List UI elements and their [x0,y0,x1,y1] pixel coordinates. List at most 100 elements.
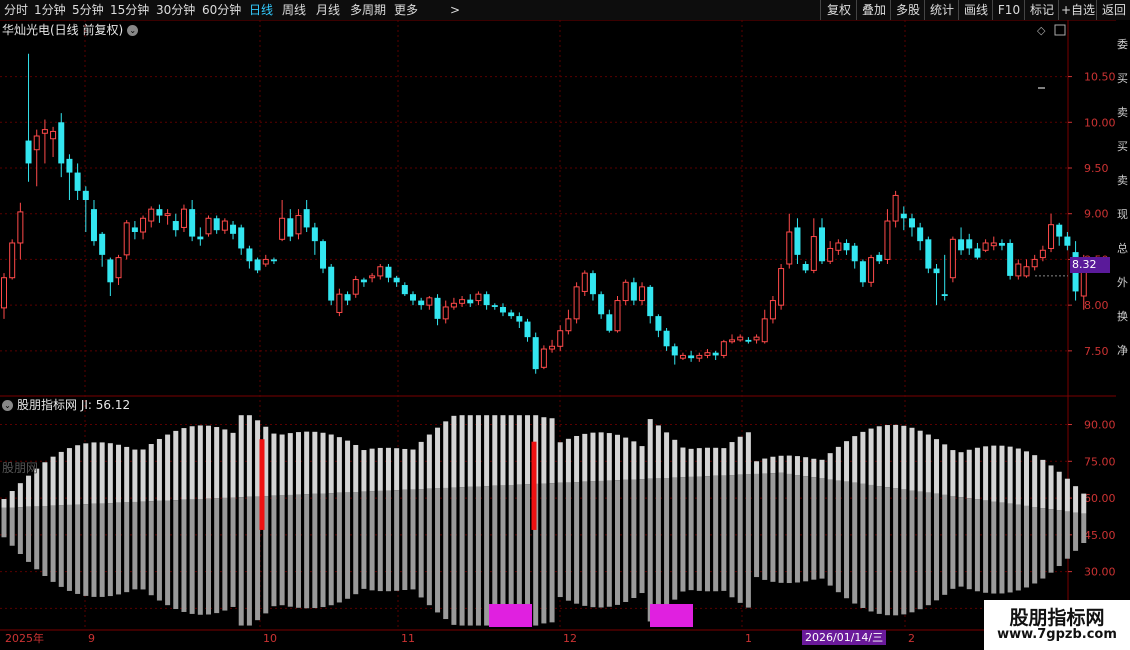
indicator-bar [124,502,130,593]
candle-body [802,264,809,271]
candle-body [778,268,785,306]
candle-body [868,257,875,283]
time-axis-label: 2 [908,632,915,645]
right-strip-char: 卖 [1117,174,1128,187]
indicator-bar-top [1081,493,1087,514]
indicator-bar-top [50,456,56,506]
indicator-bar-top [124,446,130,503]
indicator-magenta-block [489,604,532,627]
indicator-bar-top [737,436,743,475]
indicator-bar [672,477,678,600]
indicator-bar-top [451,415,457,488]
indicator-bar [26,506,32,562]
candle-body [589,273,596,295]
indicator-bar [762,473,768,580]
candle-body [696,354,703,359]
indicator-bar-top [1056,471,1062,511]
indicator-bar [565,482,571,601]
candle-body [82,190,89,200]
indicator-bar-top [132,449,138,502]
indicator-bar [83,504,89,596]
indicator-bar-top [467,415,473,487]
indicator-tick-label: 30.00 [1084,566,1116,579]
indicator-bar-top [197,425,203,500]
indicator-bar-top [140,449,146,502]
indicator-bar-top [1073,486,1079,513]
indicator-bar-top [574,435,580,483]
indicator-bar [230,497,236,607]
candle-body [1007,242,1014,276]
indicator-bar [590,481,596,608]
indicator-bar-top [917,430,923,492]
candle-body [205,217,212,235]
candle-body [189,209,196,237]
indicator-bar-top [525,415,531,485]
indicator-bar [999,502,1005,594]
candle-body [123,222,130,256]
indicator-bar-top [1048,465,1054,510]
indicator-bar-top [1064,478,1070,512]
indicator-bar-top [770,456,776,474]
candle-body [369,275,376,279]
indicator-bar [598,480,604,608]
indicator-bar [623,479,629,602]
indicator-bar [255,496,261,621]
indicator-bar [181,499,187,612]
indicator-bar-top [418,441,424,490]
indicator-bar-top [1007,446,1013,504]
candle-body [859,261,866,283]
indicator-bar-top [42,462,48,507]
indicator-bar [925,492,931,606]
indicator-bar [287,494,293,607]
kline-chart[interactable]: 10.5010.009.509.008.508.007.5090.0075.00… [0,0,1130,650]
candle-body [974,248,981,258]
indicator-bar-top [83,443,89,505]
indicator-bar [443,487,449,620]
candle-body [393,277,400,283]
candle-body [1064,236,1071,246]
candle-body [99,233,106,255]
indicator-bar-top [230,432,236,498]
candle-body [344,294,351,301]
indicator-bar-top [696,448,702,477]
indicator-bar [1056,510,1062,567]
time-axis-label: 12 [563,632,577,645]
indicator-bar [655,478,661,615]
indicator-bar-top [66,448,72,505]
indicator-bar [328,493,334,606]
candle-body [221,220,228,231]
indicator-bar-top [320,432,326,494]
indicator-bar-top [459,415,465,488]
indicator-bar-top [189,426,195,500]
candle-body [115,257,122,279]
indicator-bar [75,504,81,594]
indicator-bar-top [443,421,449,488]
candle-body [164,213,171,217]
candle-body [835,242,842,251]
indicator-bar-top [271,433,277,496]
candle-body [614,300,621,332]
right-strip-char: 买 [1117,140,1128,153]
indicator-bar-top [664,432,670,479]
candle-body [573,286,580,320]
indicator-bar [42,506,48,576]
indicator-bar-top [778,455,784,473]
candle-body [467,299,474,304]
indicator-bar-top [304,431,310,495]
candle-body [549,345,556,350]
indicator-bar [966,498,972,590]
right-strip-char: 净 [1117,343,1128,357]
indicator-bar-top [475,415,481,487]
indicator-bar-top [631,441,637,480]
candle-body [606,314,613,331]
price-tick-label: 8.00 [1084,299,1109,312]
indicator-tick-label: 45.00 [1084,529,1116,542]
candle-body [41,129,48,134]
indicator-bar-top [484,415,490,487]
chevron-down-icon[interactable]: ⌄ [2,400,13,411]
candle-body [655,316,662,331]
indicator-bar-top [246,415,252,497]
candle-body [311,227,318,242]
candle-body [180,208,187,228]
indicator-bar [206,498,211,615]
